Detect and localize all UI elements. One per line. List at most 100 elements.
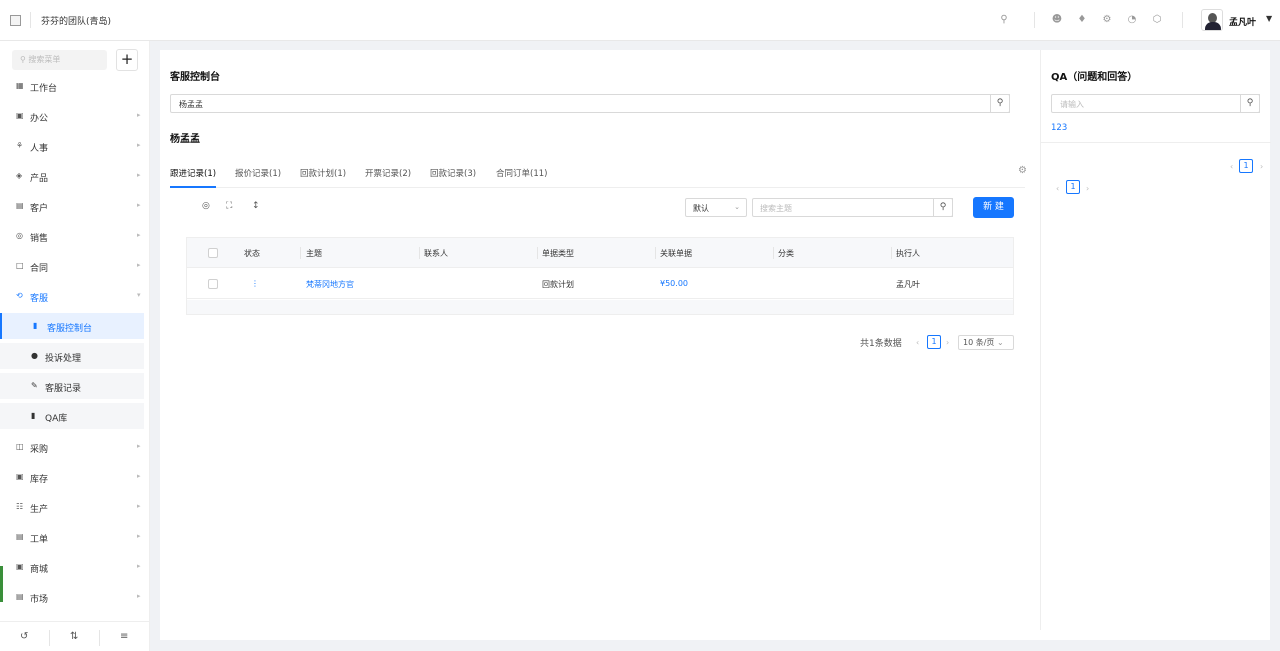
sidebar-item-sales[interactable]: ◎ 销售 ▸ — [0, 223, 144, 249]
contacts-icon[interactable]: ☻ — [1051, 14, 1063, 26]
sort-icon[interactable]: ⇅ — [70, 631, 78, 642]
history-icon[interactable]: ↺ — [20, 631, 28, 642]
prev-page-icon[interactable]: ‹ — [1056, 184, 1059, 193]
next-page-icon[interactable]: › — [946, 338, 949, 347]
table-row[interactable]: ⋮ 梵蒂冈地方官 回款计划 ¥50.00 孟凡叶 — [187, 269, 1013, 299]
tab-contract-orders[interactable]: 合同订单(11) — [496, 167, 547, 179]
customer-name: 杨孟孟 — [170, 134, 200, 145]
prev-page-icon[interactable]: ‹ — [916, 338, 919, 347]
subject-search-input[interactable]: 搜索主题 ⚲ — [752, 198, 953, 217]
settings-icon[interactable]: ⚙ — [1018, 165, 1027, 176]
ticket-icon: ▤ — [16, 532, 24, 541]
chevron-right-icon: ▸ — [137, 111, 141, 119]
prev-page-icon[interactable]: ‹ — [1230, 162, 1233, 171]
target-icon[interactable]: ◎ — [202, 201, 210, 211]
sidebar-item-mall[interactable]: ▣ 商城 ▸ — [0, 554, 144, 580]
page-number[interactable]: 1 — [1066, 180, 1080, 194]
add-button[interactable]: + — [116, 49, 138, 71]
customer-search-input[interactable]: 杨孟孟 ⚲ — [170, 94, 1010, 113]
main-content: 客服控制台 杨孟孟 ⚲ 杨孟孟 跟进记录(1) 报价记录(1) 回款计划(1) … — [160, 50, 1271, 640]
tab-payments[interactable]: 回款记录(3) — [430, 167, 476, 179]
row-checkbox[interactable] — [208, 279, 218, 289]
hexagon-icon[interactable]: ⬡ — [1151, 14, 1163, 26]
caret-down-icon[interactable]: ▼ — [1266, 14, 1272, 23]
search-icon[interactable]: ⚲ — [998, 14, 1010, 26]
sidebar-subitem-complaints[interactable]: ● 投诉处理 — [0, 343, 144, 369]
divider — [99, 630, 100, 646]
logo-image — [10, 15, 21, 26]
tab-follow-up[interactable]: 跟进记录(1) — [170, 167, 216, 179]
sidebar-subitem-service-records[interactable]: ✎ 客服记录 — [0, 373, 144, 399]
collapse-menu-icon[interactable]: ≡ — [120, 631, 128, 642]
related-doc-link[interactable]: ¥50.00 — [660, 279, 688, 288]
page-size-select[interactable]: 10 条/页 ⌄ — [958, 335, 1014, 350]
select-all-checkbox[interactable] — [208, 248, 218, 258]
column-header: 关联单据 — [660, 249, 692, 258]
pie-chart-icon[interactable]: ◔ — [1126, 14, 1138, 26]
sales-icon: ◎ — [16, 231, 23, 240]
search-icon[interactable]: ⚲ — [1240, 94, 1260, 113]
settings-icon[interactable]: ⚙ — [1101, 14, 1113, 26]
row-actions-icon[interactable]: ⋮ — [251, 279, 259, 288]
purchase-icon: ◫ — [16, 442, 24, 451]
divider — [1041, 142, 1271, 143]
sidebar-subitem-service-console[interactable]: ▮ 客服控制台 — [0, 313, 144, 339]
column-header: 联系人 — [424, 249, 448, 258]
sidebar-subitem-qa-library[interactable]: ▮ QA库 — [0, 403, 144, 429]
sidebar-item-purchase[interactable]: ◫ 采购 ▸ — [0, 434, 144, 460]
sidebar-item-contract[interactable]: □ 合同 ▸ — [0, 253, 144, 279]
tab-invoices[interactable]: 开票记录(2) — [365, 167, 411, 179]
sidebar-item-ticket[interactable]: ▤ 工单 ▸ — [0, 524, 144, 550]
search-icon[interactable]: ⚲ — [933, 198, 953, 217]
chevron-right-icon: ▸ — [137, 472, 141, 480]
sidebar-item-dashboard[interactable]: ▦ 工作台 — [0, 73, 144, 99]
chevron-right-icon: ▸ — [137, 261, 141, 269]
tab-quotes[interactable]: 报价记录(1) — [235, 167, 281, 179]
sidebar-item-production[interactable]: ☷ 生产 ▸ — [0, 494, 144, 520]
complaint-icon: ● — [31, 351, 38, 360]
bell-icon[interactable]: ♦ — [1076, 14, 1088, 26]
qa-panel: QA（问题和回答） 请输入 ⚲ 123 ‹ 1 › ‹ 1 › — [1040, 50, 1271, 630]
chevron-right-icon: ▸ — [137, 592, 141, 600]
page-number[interactable]: 1 — [927, 335, 941, 349]
subject-link[interactable]: 梵蒂冈地方官 — [306, 279, 354, 290]
sidebar-item-hr[interactable]: ⚘ 人事 ▸ — [0, 133, 144, 159]
qa-list-item[interactable]: 123 — [1051, 123, 1067, 133]
console-icon: ▮ — [33, 321, 38, 330]
sidebar-item-service[interactable]: ⟲ 客服 ▾ — [0, 283, 144, 309]
chevron-right-icon: ▸ — [137, 141, 141, 149]
chevron-right-icon: ▸ — [137, 171, 141, 179]
contract-icon: □ — [16, 261, 24, 270]
next-page-icon[interactable]: › — [1086, 184, 1089, 193]
product-icon: ◈ — [16, 171, 23, 180]
column-header: 分类 — [778, 249, 794, 258]
new-button[interactable]: 新 建 — [973, 197, 1014, 218]
service-icon: ⟲ — [16, 291, 23, 300]
avatar[interactable] — [1201, 9, 1223, 31]
menu-search-input[interactable]: ⚲ 搜索菜单 — [12, 50, 107, 70]
sidebar-item-product[interactable]: ◈ 产品 ▸ — [0, 163, 144, 189]
filter-select[interactable]: 默认 ⌄ — [685, 198, 747, 217]
fullscreen-icon[interactable]: ⛶ — [226, 201, 232, 211]
sidebar-item-market[interactable]: ▤ 市场 ▸ — [0, 584, 144, 610]
executor-cell: 孟凡叶 — [896, 280, 920, 289]
table-header: 状态 主题 联系人 单据类型 关联单据 分类 执行人 — [187, 238, 1013, 268]
table-scrollbar[interactable] — [187, 300, 1013, 314]
user-name[interactable]: 孟凡叶 — [1229, 15, 1256, 28]
divider — [49, 630, 50, 646]
search-icon[interactable]: ⚲ — [990, 94, 1010, 113]
sidebar-item-office[interactable]: ▣ 办公 ▸ — [0, 103, 144, 129]
sidebar-item-inventory[interactable]: ▣ 库存 ▸ — [0, 464, 144, 490]
team-name[interactable]: 芬芬的团队(青岛) — [41, 14, 111, 27]
production-icon: ☷ — [16, 502, 24, 511]
side-handle[interactable] — [0, 566, 3, 602]
sidebar-item-customer[interactable]: ▤ 客户 ▸ — [0, 193, 144, 219]
page-title: 客服控制台 — [170, 72, 220, 83]
next-page-icon[interactable]: › — [1260, 162, 1263, 171]
chevron-right-icon: ▸ — [137, 532, 141, 540]
tab-payment-plan[interactable]: 回款计划(1) — [300, 167, 346, 179]
chevron-right-icon: ▸ — [137, 562, 141, 570]
row-height-icon[interactable]: ↕ — [252, 201, 260, 211]
page-number[interactable]: 1 — [1239, 159, 1253, 173]
qa-search-input[interactable]: 请输入 ⚲ — [1051, 94, 1260, 113]
